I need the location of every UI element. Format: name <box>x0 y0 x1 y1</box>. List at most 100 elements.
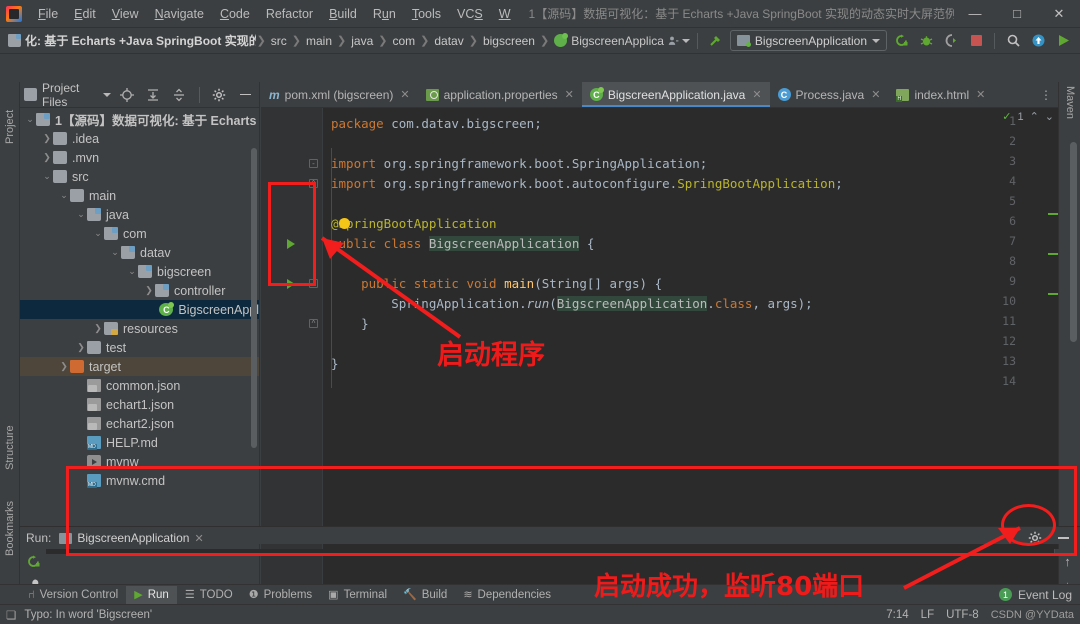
tool-window-bookmarks[interactable]: Bookmarks <box>0 474 20 556</box>
chevron-up-icon[interactable]: ⌃ <box>1030 110 1039 123</box>
expand-all-icon[interactable] <box>143 84 163 106</box>
editor-tab-pom[interactable]: m pom.xml (bigscreen) ✕ <box>261 82 418 107</box>
breadcrumb-project[interactable]: 化: 基于 Echarts +Java SpringBoot 实现的动态实时大.… <box>4 30 256 51</box>
gutter-run-marker[interactable] <box>285 238 297 250</box>
editor-tab-process[interactable]: C Process.java ✕ <box>770 82 889 107</box>
encoding[interactable]: UTF-8 <box>946 609 979 621</box>
close-icon[interactable]: ✕ <box>400 88 409 101</box>
tool-bar-item-version-control[interactable]: ⑁ Version Control <box>20 586 126 604</box>
editor-tab-bigscreen-application[interactable]: BigscreenApplication.java ✕ <box>581 82 770 107</box>
maximize-button[interactable]: □ <box>996 0 1038 28</box>
tool-window-maven[interactable]: Maven <box>1059 86 1080 119</box>
tool-window-structure[interactable]: Structure <box>0 398 20 470</box>
tree-node-target[interactable]: ❯ target <box>20 357 259 376</box>
chevron-right-icon[interactable]: ❯ <box>58 361 70 372</box>
line-separator[interactable]: LF <box>921 609 934 621</box>
tree-node-.mvn[interactable]: ❯ .mvn <box>20 148 259 167</box>
tree-node-com[interactable]: ⌄ com <box>20 224 259 243</box>
chevron-down-icon[interactable]: ⌄ <box>92 228 104 239</box>
intention-bulb-icon[interactable] <box>339 218 350 229</box>
build-hammer-icon[interactable] <box>705 30 727 52</box>
tool-window-project[interactable]: Project <box>0 86 20 144</box>
tree-node-help.md[interactable]: HELP.md <box>20 433 259 452</box>
chevron-right-icon[interactable]: ❯ <box>41 133 53 144</box>
code-fold-marker[interactable]: - <box>309 159 318 168</box>
locate-file-icon[interactable] <box>117 84 137 106</box>
run-configuration-selector[interactable]: BigscreenApplication <box>729 30 887 51</box>
minimize-button[interactable]: — <box>954 0 996 28</box>
menu-navigate[interactable]: Navigate <box>147 4 212 24</box>
breadcrumb-src[interactable]: src <box>267 32 291 50</box>
user-profile-icon[interactable] <box>668 30 690 52</box>
tool-bar-item-dependencies[interactable]: ≋ Dependencies <box>455 586 559 604</box>
chevron-right-icon[interactable]: ❯ <box>41 152 53 163</box>
chevron-down-icon[interactable]: ⌄ <box>126 266 138 277</box>
close-icon[interactable]: ✕ <box>976 88 985 101</box>
tree-node-mvnw[interactable]: mvnw <box>20 452 259 471</box>
menu-window[interactable]: W <box>491 4 519 24</box>
editor-tab-application-properties[interactable]: application.properties ✕ <box>418 82 582 107</box>
tool-bar-item-terminal[interactable]: ▣ Terminal <box>320 586 395 604</box>
run-tab[interactable]: BigscreenApplication ✕ <box>59 531 204 545</box>
close-icon[interactable]: ✕ <box>752 88 761 101</box>
inspection-widget[interactable]: ✓ 1 ⌃ ⌄ <box>1002 110 1054 124</box>
tree-node-resources[interactable]: ❯ resources <box>20 319 259 338</box>
tool-bar-item-build[interactable]: 🔨 Build <box>395 586 455 604</box>
tree-node-mvnw.cmd[interactable]: mvnw.cmd <box>20 471 259 490</box>
code-fold-marker[interactable]: ^ <box>309 319 318 328</box>
chevron-down-icon[interactable]: ⌄ <box>1045 110 1054 123</box>
rerun-icon[interactable] <box>24 554 42 569</box>
run-console[interactable]: 2022-03-18 11:19:57.612 INFO 25552 --- [… <box>46 549 1054 554</box>
close-icon[interactable]: ✕ <box>565 88 574 101</box>
close-icon[interactable]: ✕ <box>871 88 880 101</box>
chevron-down-icon[interactable]: ⌄ <box>41 171 53 182</box>
project-files-selector[interactable]: Project Files <box>24 81 112 109</box>
gear-icon[interactable] <box>209 84 229 106</box>
chevron-down-icon[interactable]: ⌄ <box>24 114 36 125</box>
collapse-all-icon[interactable] <box>169 84 189 106</box>
tree-node-main[interactable]: ⌄ main <box>20 186 259 205</box>
tree-node-echart2.json[interactable]: echart2.json <box>20 414 259 433</box>
hide-panel-icon[interactable] <box>235 84 255 106</box>
rerun-icon[interactable] <box>890 30 912 52</box>
search-icon[interactable] <box>1002 30 1024 52</box>
menu-tools[interactable]: Tools <box>404 4 449 24</box>
chevron-down-icon[interactable]: ⌄ <box>75 209 87 220</box>
tree-node-test[interactable]: ❯ test <box>20 338 259 357</box>
chevron-right-icon[interactable]: ❯ <box>143 285 155 296</box>
coverage-icon[interactable] <box>940 30 962 52</box>
tool-bar-item-run[interactable]: ▶ Run <box>126 585 177 604</box>
tree-node-bigscreenappl[interactable]: BigscreenAppl <box>20 300 259 319</box>
menu-file[interactable]: File <box>30 4 66 24</box>
tree-node-1-echarts-[interactable]: ⌄ 1【源码】数据可视化: 基于 Echarts + <box>20 110 259 129</box>
chevron-down-icon[interactable]: ⌄ <box>109 247 121 258</box>
tool-bar-item-todo[interactable]: ☰ TODO <box>177 586 241 604</box>
code-fold-marker[interactable]: - <box>309 279 318 288</box>
tree-node-echart1.json[interactable]: echart1.json <box>20 395 259 414</box>
gear-icon[interactable] <box>1024 527 1046 549</box>
caret-position[interactable]: 7:14 <box>886 609 908 621</box>
close-button[interactable]: ✕ <box>1038 0 1080 28</box>
breadcrumb-bigscreen[interactable]: bigscreen <box>479 32 539 50</box>
editor-scrollbar[interactable] <box>1070 142 1077 342</box>
breadcrumb-java[interactable]: java <box>347 32 377 50</box>
breadcrumb-com[interactable]: com <box>388 32 419 50</box>
tree-node-bigscreen[interactable]: ⌄ bigscreen <box>20 262 259 281</box>
code-fold-marker[interactable]: ^ <box>309 179 318 188</box>
gutter-run-marker[interactable] <box>285 278 297 290</box>
menu-vcs[interactable]: VCS <box>449 4 491 24</box>
tree-node-common.json[interactable]: common.json <box>20 376 259 395</box>
tree-node-controller[interactable]: ❯ controller <box>20 281 259 300</box>
chevron-right-icon[interactable]: ❯ <box>75 342 87 353</box>
menu-refactor[interactable]: Refactor <box>258 4 321 24</box>
project-tree-scrollbar[interactable] <box>251 148 257 448</box>
chevron-right-icon[interactable]: ❯ <box>92 323 104 334</box>
breadcrumb-main[interactable]: main <box>302 32 336 50</box>
menu-run[interactable]: Run <box>365 4 404 24</box>
breadcrumb-class[interactable]: BigscreenApplica <box>550 32 668 50</box>
tool-bar-item-problems[interactable]: ❶ Problems <box>241 586 320 604</box>
run-icon[interactable] <box>1052 30 1074 52</box>
stop-icon[interactable] <box>965 30 987 52</box>
update-project-icon[interactable] <box>1027 30 1049 52</box>
hide-panel-icon[interactable] <box>1052 527 1074 549</box>
